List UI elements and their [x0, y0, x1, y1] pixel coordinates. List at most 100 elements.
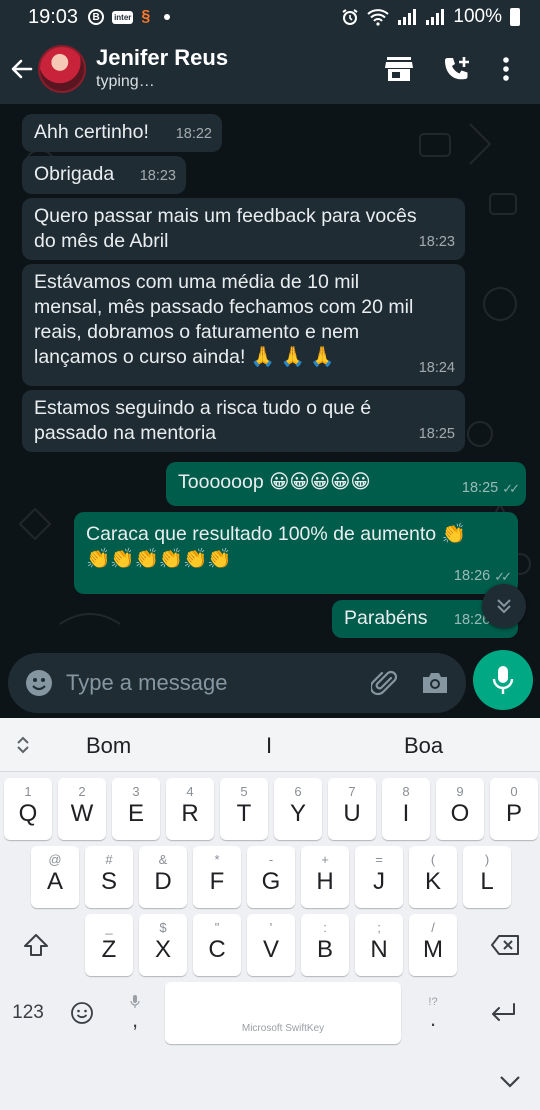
- key-label: G: [261, 868, 281, 895]
- key-label: E: [127, 800, 144, 827]
- key-v[interactable]: ' V: [247, 914, 295, 976]
- key-label: U: [343, 800, 361, 827]
- key-label: C: [208, 936, 226, 963]
- battery-icon: [510, 8, 520, 26]
- key-label: T: [236, 800, 252, 827]
- key-n[interactable]: ; N: [355, 914, 403, 976]
- period-key[interactable]: !? .: [410, 982, 456, 1044]
- inter-app-icon: inter: [112, 10, 134, 24]
- key-label: J: [373, 868, 385, 895]
- key-f[interactable]: * F: [193, 846, 241, 908]
- backspace-key[interactable]: [476, 914, 534, 976]
- attach-button[interactable]: [360, 653, 410, 713]
- key-m[interactable]: / M: [409, 914, 457, 976]
- key-h[interactable]: + H: [301, 846, 349, 908]
- status-bar: 19:03 B inter § 100%: [0, 0, 540, 34]
- message-bubble-incoming[interactable]: Estávamos com uma média de 10 mil mensal…: [22, 264, 465, 386]
- key-l[interactable]: ) L: [463, 846, 511, 908]
- key-d[interactable]: & D: [139, 846, 187, 908]
- back-button[interactable]: [2, 34, 42, 104]
- emoji-key[interactable]: [56, 982, 108, 1044]
- shift-key[interactable]: [8, 914, 64, 976]
- message-input[interactable]: Type a message: [66, 670, 360, 696]
- key-hint: ': [269, 920, 273, 935]
- period-label: .: [429, 1006, 437, 1031]
- b-circle-icon: B: [88, 9, 105, 25]
- avatar[interactable]: [38, 45, 86, 93]
- message-bubble-incoming[interactable]: Ahh certinho! 18:22: [22, 114, 222, 152]
- camera-button[interactable]: [410, 653, 460, 713]
- key-label: K: [424, 868, 441, 895]
- shift-icon: [24, 934, 48, 956]
- key-hint: 0: [510, 784, 518, 799]
- key-p[interactable]: 0P: [490, 778, 538, 840]
- emoji-button[interactable]: [12, 653, 66, 713]
- key-r[interactable]: 4R: [166, 778, 214, 840]
- hide-keyboard-button[interactable]: [492, 1064, 528, 1100]
- key-hint: ): [484, 852, 490, 867]
- key-label: R: [181, 800, 199, 827]
- catalog-button[interactable]: [370, 40, 428, 98]
- expand-toolbar-button[interactable]: [0, 735, 46, 755]
- signal-icon: [398, 9, 417, 25]
- key-u[interactable]: 7U: [328, 778, 376, 840]
- read-ticks-icon: ✓✓: [502, 481, 520, 496]
- emoji-icon: [71, 1002, 93, 1024]
- key-b[interactable]: :B: [301, 914, 349, 976]
- key-t[interactable]: 5T: [220, 778, 268, 840]
- message-time: 18:23: [139, 168, 176, 184]
- key-hint: 4: [186, 784, 194, 799]
- key-i[interactable]: 8I: [382, 778, 430, 840]
- key-hint: 2: [78, 784, 86, 799]
- battery-level: 100%: [453, 6, 502, 27]
- key-k[interactable]: (K: [409, 846, 457, 908]
- message-text: Estamos seguindo a risca tudo o que é pa…: [34, 397, 372, 444]
- voice-message-button[interactable]: [473, 650, 533, 710]
- enter-key[interactable]: [474, 982, 532, 1044]
- key-q[interactable]: 1Q: [4, 778, 52, 840]
- suggestion-1[interactable]: Bom: [86, 733, 131, 759]
- store-icon: [385, 57, 413, 81]
- message-time: 18:25: [461, 480, 499, 496]
- message-time: 18:26: [453, 568, 491, 584]
- more-options-button[interactable]: [486, 40, 526, 98]
- numbers-key[interactable]: 123: [0, 982, 56, 1044]
- key-z[interactable]: _ Z: [85, 914, 133, 976]
- chevron-updown-icon: [17, 736, 29, 753]
- key-s[interactable]: # S: [85, 846, 133, 908]
- message-time: 18:25: [418, 426, 455, 442]
- message-bubble-outgoing[interactable]: Toooooop 😀😀😀😀😀 18:25 ✓✓: [166, 462, 526, 506]
- key-hint: _: [105, 920, 113, 935]
- key-x[interactable]: $ X: [139, 914, 187, 976]
- key-a[interactable]: @ A: [31, 846, 79, 908]
- message-list[interactable]: Ahh certinho! 18:22 Obrigada 18:23 Quero…: [0, 104, 540, 650]
- key-e[interactable]: 3E: [112, 778, 160, 840]
- space-key[interactable]: Microsoft SwiftKey: [165, 982, 401, 1044]
- key-hint: #: [105, 852, 113, 867]
- key-label: X: [154, 936, 171, 963]
- message-bubble-outgoing[interactable]: Caraca que resultado 100% de aumento 👏 👏…: [74, 512, 518, 594]
- key-w[interactable]: 2W: [58, 778, 106, 840]
- key-label: P: [505, 800, 522, 827]
- suggestion-3[interactable]: Boa: [404, 733, 443, 759]
- message-composer: Type a message: [8, 653, 466, 713]
- key-c[interactable]: " C: [193, 914, 241, 976]
- key-hint: 9: [456, 784, 464, 799]
- message-bubble-incoming[interactable]: Estamos seguindo a risca tudo o que é pa…: [22, 390, 465, 452]
- key-j[interactable]: = J: [355, 846, 403, 908]
- scroll-to-bottom-button[interactable]: [482, 584, 526, 628]
- suggestion-2[interactable]: I: [266, 733, 272, 759]
- key-label: W: [70, 800, 94, 827]
- comma-label: ,: [131, 1007, 139, 1032]
- add-call-button[interactable]: [428, 40, 486, 98]
- key-o[interactable]: 9O: [436, 778, 484, 840]
- message-bubble-incoming[interactable]: Obrigada 18:23: [22, 156, 186, 194]
- suggestion-bar: Bom I Boa: [0, 718, 540, 772]
- comma-key[interactable]: ,: [112, 982, 158, 1044]
- key-hint: -: [268, 852, 274, 867]
- key-g[interactable]: -G: [247, 846, 295, 908]
- message-bubble-incoming[interactable]: Quero passar mais um feedback para vocês…: [22, 198, 465, 260]
- key-y[interactable]: 6Y: [274, 778, 322, 840]
- message-text: Quero passar mais um feedback para vocês…: [34, 205, 417, 252]
- contact-info[interactable]: Jenifer Reus typing…: [96, 45, 228, 93]
